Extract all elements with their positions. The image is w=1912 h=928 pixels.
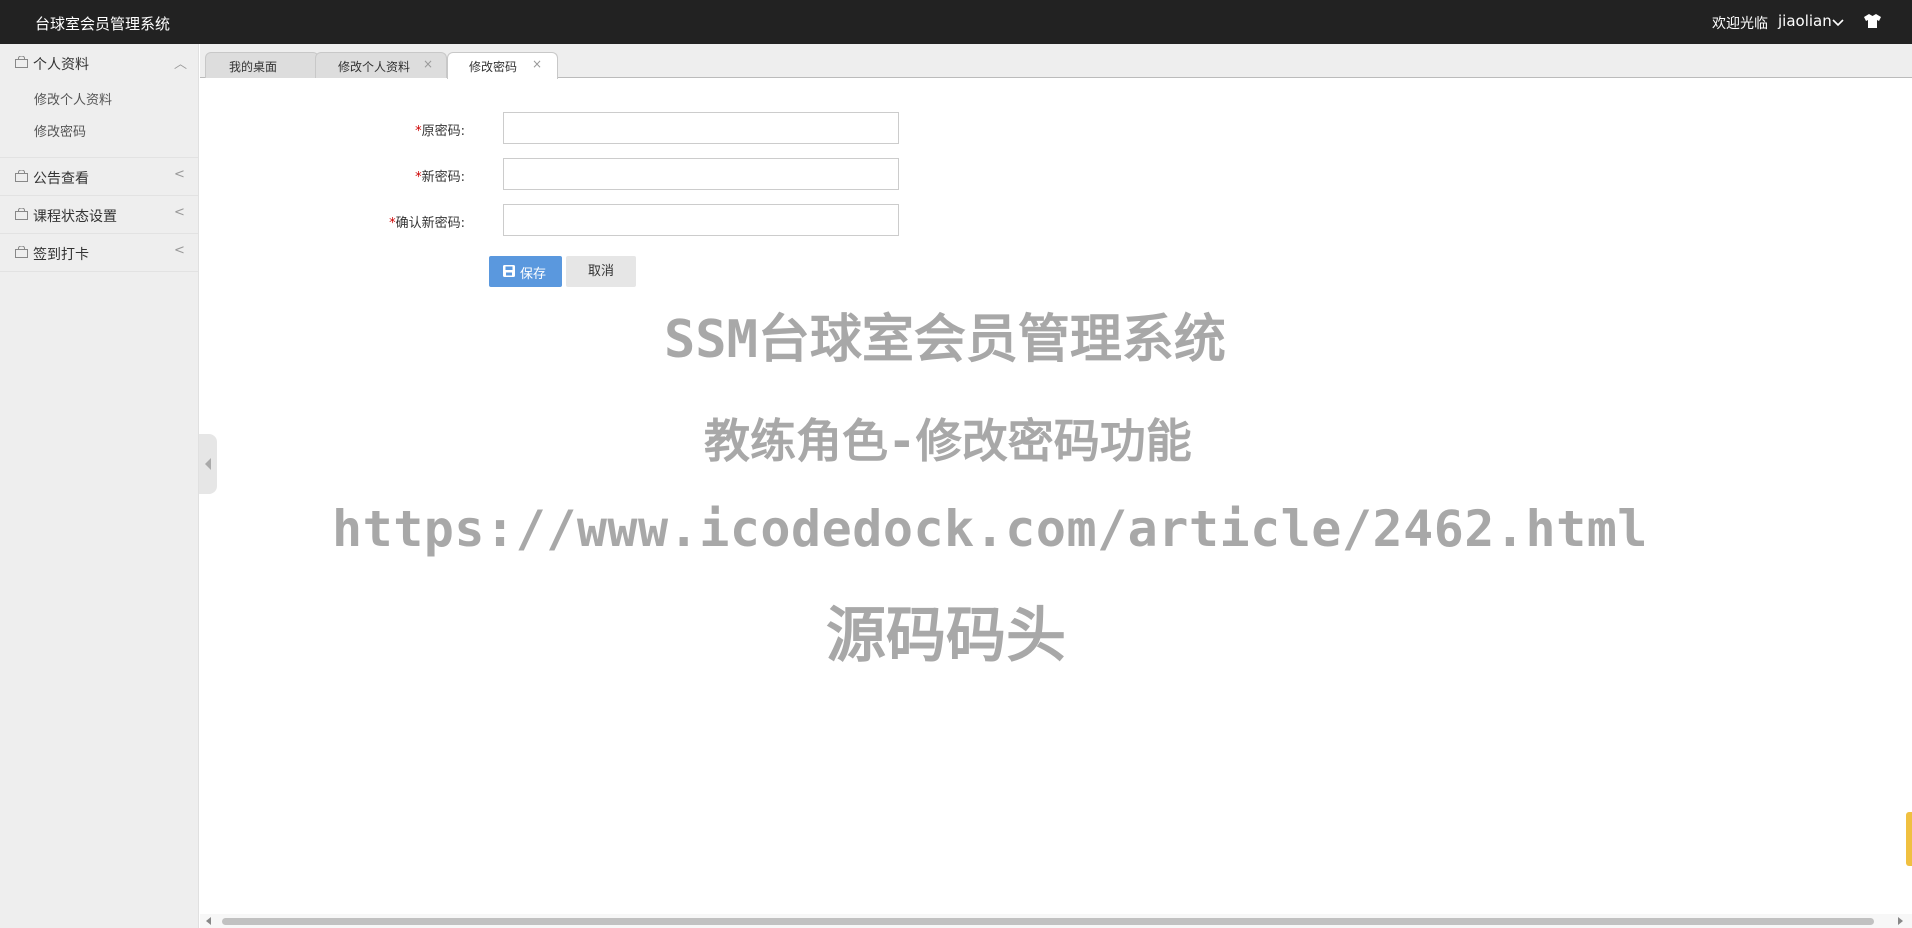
app-title[interactable]: 台球室会员管理系统 <box>35 13 170 34</box>
watermark-brand: 源码码头 <box>826 601 1066 671</box>
tab-edit-profile[interactable]: 修改个人资料 × <box>315 52 447 78</box>
cancel-button[interactable]: 取消 <box>566 256 636 287</box>
bag-icon <box>15 207 28 224</box>
watermark-title: SSM台球室会员管理系统 <box>664 310 1226 370</box>
old-password-input[interactable] <box>503 112 899 144</box>
scroll-left-icon[interactable] <box>206 917 211 925</box>
save-icon <box>503 265 515 281</box>
menu-head-course-status[interactable]: 课程状态设置 < <box>0 196 198 233</box>
user-menu[interactable]: jiaolian <box>1778 12 1832 30</box>
label-text: 原密码: <box>421 124 465 139</box>
label-text: 新密码: <box>421 170 465 185</box>
sidebar: 个人资料 ︿ 修改个人资料 修改密码 公告查看 < 课程状态设置 < 签到打卡 … <box>0 44 199 928</box>
chevron-left-icon: < <box>174 205 185 220</box>
tab-change-password[interactable]: 修改密码 × <box>447 52 558 79</box>
tab-label: 修改密码 <box>469 60 518 74</box>
scrollbar-thumb[interactable] <box>222 918 1874 925</box>
skin-tshirt-icon[interactable] <box>1864 14 1881 32</box>
side-widget-tab[interactable] <box>1906 812 1912 866</box>
new-password-label: *新密码: <box>315 166 465 185</box>
menu-group-checkin: 签到打卡 < <box>0 234 198 272</box>
confirm-password-label: *确认新密码: <box>315 212 465 231</box>
watermark-url: https://www.icodedock.com/article/2462.h… <box>332 500 1648 558</box>
sidebar-item-edit-profile[interactable]: 修改个人资料 <box>0 85 198 117</box>
tab-label: 我的桌面 <box>229 60 278 74</box>
menu-label: 签到打卡 <box>33 247 89 263</box>
tab-desktop[interactable]: 我的桌面 <box>205 52 319 78</box>
confirm-password-input[interactable] <box>503 204 899 236</box>
menu-head-checkin[interactable]: 签到打卡 < <box>0 234 198 271</box>
close-icon[interactable]: × <box>423 57 433 71</box>
new-password-input[interactable] <box>503 158 899 190</box>
menu-group-course-status: 课程状态设置 < <box>0 196 198 234</box>
bag-icon <box>15 55 28 72</box>
chevron-down-icon[interactable] <box>1832 16 1844 31</box>
menu-head-profile[interactable]: 个人资料 ︿ <box>0 44 198 81</box>
save-label: 保存 <box>520 267 547 282</box>
scroll-right-icon[interactable] <box>1898 917 1903 925</box>
submenu-profile: 修改个人资料 修改密码 <box>0 81 198 157</box>
sidebar-collapse-handle[interactable] <box>199 434 217 494</box>
caret-left-icon <box>205 458 211 470</box>
watermark-subtitle: 教练角色-修改密码功能 <box>704 414 1192 468</box>
bag-icon <box>15 169 28 186</box>
close-icon[interactable]: × <box>532 57 542 71</box>
bag-icon <box>15 245 28 262</box>
chevron-left-icon: < <box>174 243 185 258</box>
tab-bar: 我的桌面 修改个人资料 × 修改密码 × <box>200 44 1912 79</box>
menu-label: 公告查看 <box>33 171 89 187</box>
top-navbar: 台球室会员管理系统 欢迎光临 jiaolian <box>0 0 1912 44</box>
chevron-left-icon: < <box>174 167 185 182</box>
sidebar-item-change-password[interactable]: 修改密码 <box>0 117 198 149</box>
save-button[interactable]: 保存 <box>489 256 562 287</box>
horizontal-scrollbar[interactable] <box>200 914 1912 928</box>
label-text: 确认新密码: <box>395 216 465 231</box>
menu-head-notices[interactable]: 公告查看 < <box>0 158 198 195</box>
menu-group-profile: 个人资料 ︿ 修改个人资料 修改密码 <box>0 44 198 158</box>
tab-label: 修改个人资料 <box>338 60 411 74</box>
menu-label: 个人资料 <box>33 57 89 73</box>
old-password-label: *原密码: <box>315 120 465 139</box>
menu-label: 课程状态设置 <box>33 209 117 225</box>
menu-group-notices: 公告查看 < <box>0 158 198 196</box>
welcome-text: 欢迎光临 <box>1712 16 1768 32</box>
chevron-up-icon: ︿ <box>174 57 188 72</box>
